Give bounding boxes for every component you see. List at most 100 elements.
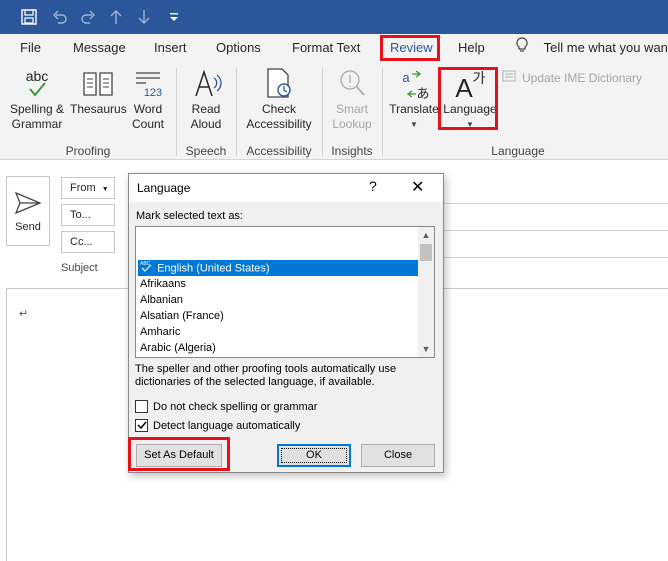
read-aloud-label: Read Aloud bbox=[190, 102, 222, 131]
title-bar bbox=[0, 0, 668, 34]
check-accessibility-button[interactable]: Check Accessibility bbox=[242, 66, 316, 132]
paragraph-mark: ↵ bbox=[19, 308, 29, 320]
customize-qat-icon[interactable] bbox=[164, 7, 184, 27]
list-item[interactable]: Alsatian (France) bbox=[138, 308, 419, 324]
group-label-language: Language bbox=[491, 144, 545, 158]
dialog-titlebar: Language ? ✕ bbox=[129, 174, 443, 202]
send-icon bbox=[7, 191, 49, 219]
lightbulb-icon bbox=[516, 35, 532, 62]
detect-language-option[interactable]: Detect language automatically bbox=[135, 419, 300, 432]
subject-label: Subject bbox=[61, 262, 98, 274]
review-tab-highlight bbox=[380, 35, 440, 61]
ribbon-separator bbox=[322, 68, 323, 156]
dialog-title: Language bbox=[137, 181, 191, 195]
close-icon[interactable]: ✕ bbox=[411, 177, 424, 197]
svg-text:123: 123 bbox=[144, 87, 162, 99]
list-item-selected[interactable]: ABC English (United States) bbox=[138, 260, 419, 276]
smart-lookup-button[interactable]: Smart Lookup bbox=[328, 66, 376, 132]
cc-button[interactable]: Cc... bbox=[61, 231, 115, 253]
list-item[interactable] bbox=[138, 228, 419, 244]
group-label-speech: Speech bbox=[185, 144, 227, 158]
group-label-accessibility: Accessibility bbox=[246, 144, 312, 158]
checkmark-icon bbox=[136, 421, 147, 430]
accessibility-icon bbox=[242, 66, 316, 102]
ribbon-tabs: File Message Insert Options Format Text … bbox=[0, 34, 668, 62]
translate-button[interactable]: a あ Translate ▼ bbox=[388, 66, 440, 132]
language-button-highlight bbox=[438, 67, 498, 130]
listbox-scrollbar[interactable]: ▲ ▼ bbox=[418, 227, 434, 357]
tab-message[interactable]: Message bbox=[73, 34, 126, 62]
subject-field[interactable] bbox=[444, 257, 668, 258]
detect-language-label: Detect language automatically bbox=[153, 419, 301, 432]
svg-text:a: a bbox=[402, 70, 410, 85]
mark-selected-label: Mark selected text as: bbox=[136, 210, 243, 222]
group-label-proofing: Proofing bbox=[65, 144, 111, 158]
chevron-down-icon: ▼ bbox=[410, 120, 418, 129]
arrow-up-icon[interactable] bbox=[106, 7, 126, 27]
undo-icon[interactable] bbox=[50, 7, 70, 27]
smart-lookup-icon bbox=[328, 66, 376, 102]
svg-text:あ: あ bbox=[416, 87, 429, 100]
from-button[interactable]: From ▼ bbox=[61, 177, 115, 199]
thesaurus-label: Thesaurus bbox=[70, 102, 127, 116]
help-icon[interactable]: ? bbox=[369, 178, 377, 194]
svg-text:abc: abc bbox=[26, 68, 49, 84]
language-dialog: Language ? ✕ Mark selected text as: ABC … bbox=[128, 173, 444, 473]
language-name: English (United States) bbox=[157, 262, 270, 275]
close-button[interactable]: Close bbox=[361, 444, 435, 467]
list-item[interactable]: Albanian bbox=[138, 292, 419, 308]
set-as-default-highlight bbox=[128, 437, 230, 471]
spellcheck-abc-icon: ABC bbox=[140, 260, 154, 277]
language-listbox[interactable]: ABC English (United States) Afrikaans Al… bbox=[135, 226, 435, 358]
list-item[interactable]: Arabic (Algeria) bbox=[138, 340, 419, 356]
tab-file[interactable]: File bbox=[20, 34, 41, 62]
read-aloud-icon bbox=[184, 66, 228, 102]
ok-label: OK bbox=[306, 449, 322, 461]
word-count-label: Word Count bbox=[131, 102, 165, 131]
word-count-icon: 123 bbox=[128, 66, 168, 102]
redo-icon[interactable] bbox=[78, 7, 98, 27]
scroll-thumb[interactable] bbox=[420, 244, 432, 261]
update-ime-dictionary-button[interactable]: Update IME Dictionary bbox=[502, 70, 652, 86]
spelling-label: Spelling & Grammar bbox=[9, 102, 65, 131]
ribbon-separator bbox=[382, 68, 383, 156]
ribbon: abc Spelling & Grammar Thesaurus 123 Wor… bbox=[0, 62, 668, 160]
ribbon-separator bbox=[176, 68, 177, 156]
list-item[interactable]: Afrikaans bbox=[138, 276, 419, 292]
tab-help[interactable]: Help bbox=[458, 34, 485, 62]
chevron-down-icon: ▼ bbox=[101, 186, 109, 193]
spelling-grammar-button[interactable]: abc Spelling & Grammar bbox=[6, 66, 68, 132]
arrow-down-icon[interactable] bbox=[134, 7, 154, 27]
update-ime-label: Update IME Dictionary bbox=[522, 70, 643, 85]
from-label: From bbox=[70, 182, 96, 194]
dictionary-note: The speller and other proofing tools aut… bbox=[135, 363, 397, 388]
translate-icon: a あ bbox=[388, 66, 440, 102]
read-aloud-button[interactable]: Read Aloud bbox=[184, 66, 228, 132]
word-count-button[interactable]: 123 Word Count bbox=[128, 66, 168, 132]
scroll-down-icon[interactable]: ▼ bbox=[418, 341, 434, 357]
no-check-option[interactable]: Do not check spelling or grammar bbox=[135, 400, 317, 413]
cc-field[interactable] bbox=[444, 230, 668, 231]
to-button[interactable]: To... bbox=[61, 204, 115, 226]
thesaurus-button[interactable]: Thesaurus bbox=[70, 66, 127, 117]
tell-me-search[interactable]: Tell me what you want bbox=[516, 34, 668, 62]
detect-language-checkbox[interactable] bbox=[135, 419, 148, 432]
group-label-insights: Insights bbox=[331, 144, 373, 158]
to-field[interactable] bbox=[444, 203, 668, 204]
ok-button[interactable]: OK bbox=[277, 444, 351, 467]
ribbon-separator bbox=[236, 68, 237, 156]
tell-me-text: Tell me what you want bbox=[543, 40, 668, 55]
ime-dictionary-icon bbox=[502, 70, 518, 86]
list-item[interactable]: Amharic bbox=[138, 324, 419, 340]
tab-insert[interactable]: Insert bbox=[154, 34, 187, 62]
send-label: Send bbox=[15, 221, 41, 233]
check-accessibility-label: Check Accessibility bbox=[246, 102, 312, 131]
tab-format-text[interactable]: Format Text bbox=[292, 34, 360, 62]
no-check-checkbox[interactable] bbox=[135, 400, 148, 413]
tab-options[interactable]: Options bbox=[216, 34, 261, 62]
translate-label: Translate bbox=[389, 102, 439, 116]
thesaurus-book-icon bbox=[70, 66, 126, 102]
scroll-up-icon[interactable]: ▲ bbox=[418, 227, 434, 243]
send-button[interactable]: Send bbox=[6, 176, 50, 246]
save-icon[interactable] bbox=[18, 7, 40, 27]
